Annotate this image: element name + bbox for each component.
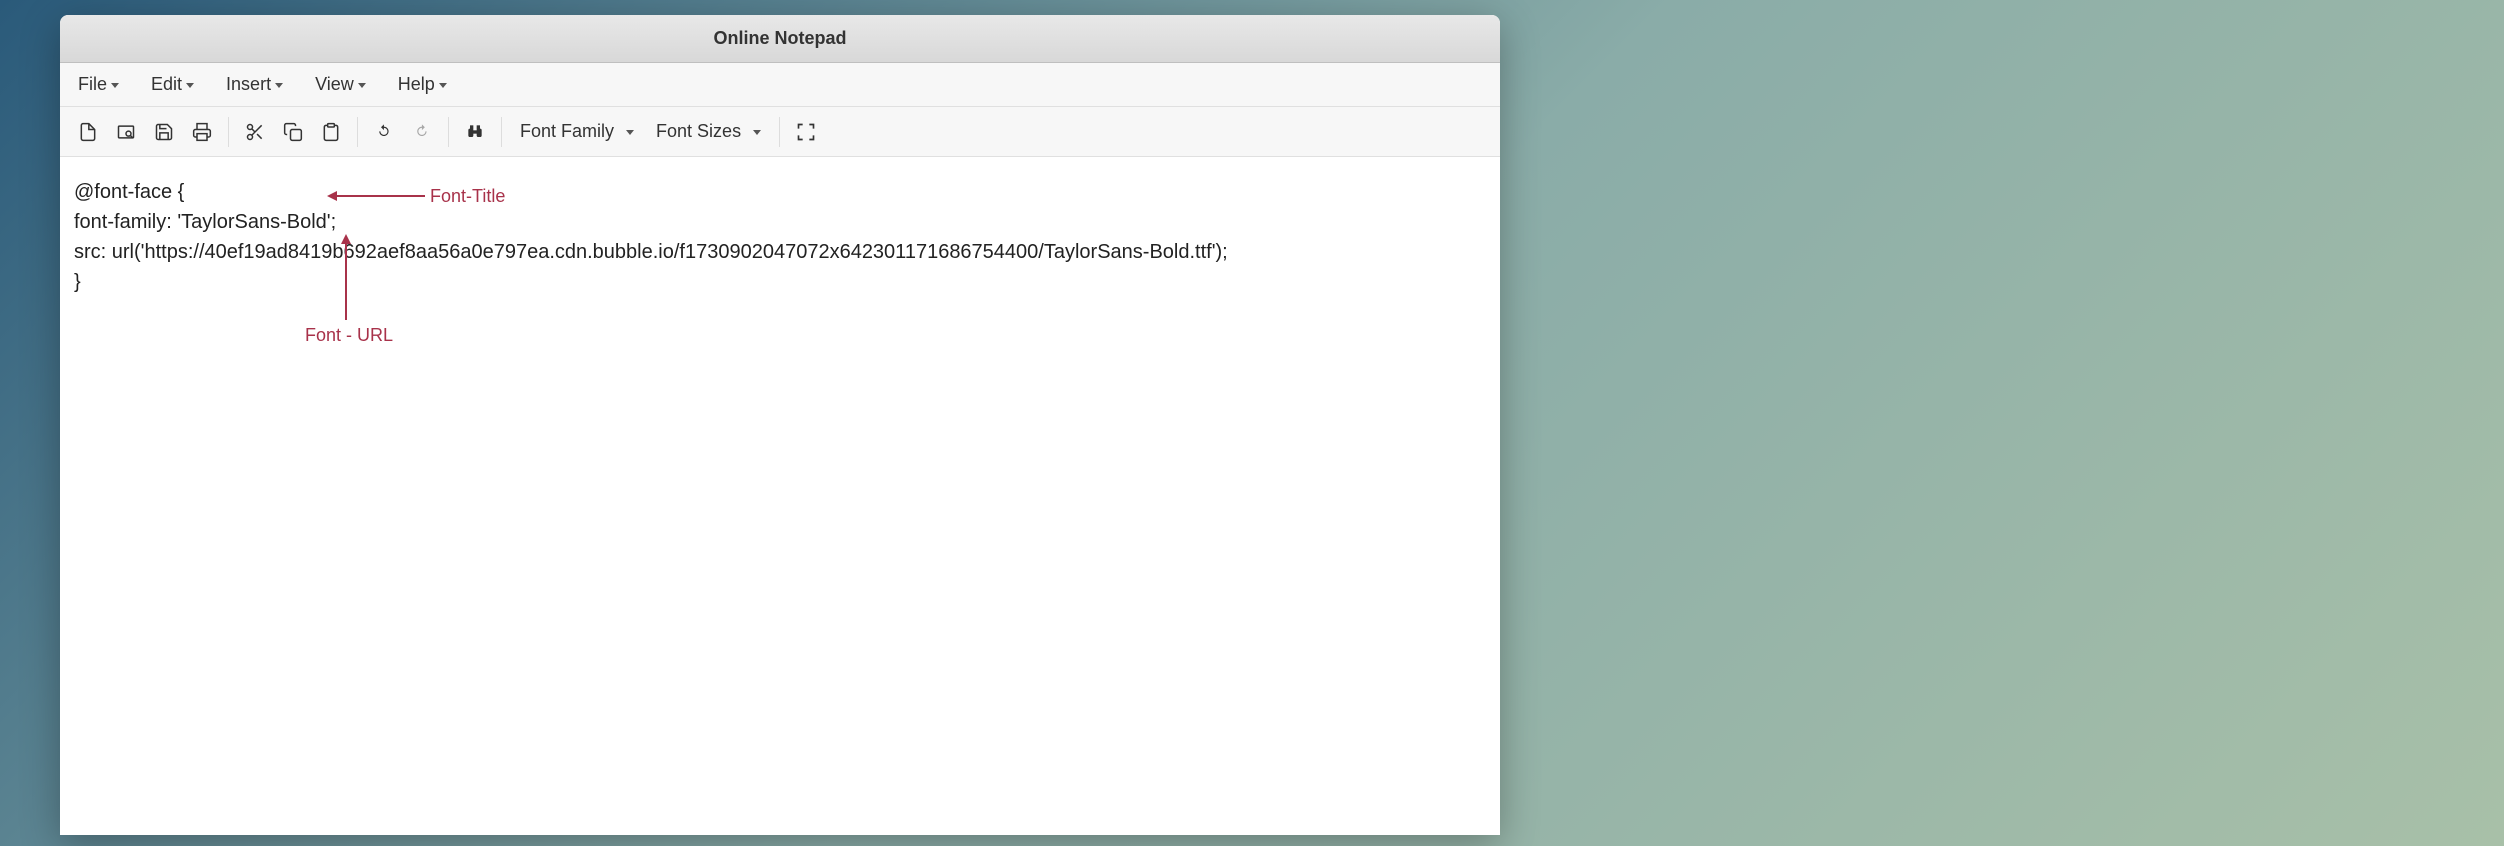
print-button[interactable]	[184, 114, 220, 150]
menu-help[interactable]: Help	[392, 70, 453, 99]
font-sizes-label: Font Sizes	[656, 121, 741, 142]
menu-file[interactable]: File	[72, 70, 125, 99]
paste-icon	[321, 122, 341, 142]
annotation-font-url: Font - URL	[305, 322, 393, 349]
editor-line: }	[74, 267, 1486, 297]
preview-icon	[116, 122, 136, 142]
editor-line: src: url('https://40ef19ad8419b692aef8aa…	[74, 237, 1486, 267]
menu-insert[interactable]: Insert	[220, 70, 289, 99]
undo-button[interactable]	[366, 114, 402, 150]
redo-button[interactable]	[404, 114, 440, 150]
menu-edit[interactable]: Edit	[145, 70, 200, 99]
caret-down-icon	[275, 83, 283, 88]
save-button[interactable]	[146, 114, 182, 150]
window-title: Online Notepad	[713, 28, 846, 49]
cut-icon	[245, 122, 265, 142]
toolbar-separator	[448, 117, 449, 147]
menu-file-label: File	[78, 74, 107, 95]
copy-icon	[283, 122, 303, 142]
cut-button[interactable]	[237, 114, 273, 150]
paste-button[interactable]	[313, 114, 349, 150]
font-family-dropdown[interactable]: Font Family	[510, 117, 644, 146]
new-document-button[interactable]	[70, 114, 106, 150]
editor-line: font-family: 'TaylorSans-Bold';	[74, 207, 1486, 237]
caret-down-icon	[626, 130, 634, 135]
menu-view-label: View	[315, 74, 354, 95]
font-sizes-dropdown[interactable]: Font Sizes	[646, 117, 771, 146]
titlebar: Online Notepad	[60, 15, 1500, 63]
fullscreen-icon	[796, 122, 816, 142]
toolbar: Font Family Font Sizes	[60, 107, 1500, 157]
menu-view[interactable]: View	[309, 70, 372, 99]
app-window: Online Notepad File Edit Insert View Hel…	[60, 15, 1500, 835]
preview-button[interactable]	[108, 114, 144, 150]
undo-icon	[374, 122, 394, 142]
toolbar-separator	[501, 117, 502, 147]
toolbar-separator	[779, 117, 780, 147]
caret-down-icon	[186, 83, 194, 88]
toolbar-separator	[228, 117, 229, 147]
editor-line: @font-face {	[74, 177, 1486, 207]
caret-down-icon	[439, 83, 447, 88]
font-family-label: Font Family	[520, 121, 614, 142]
editor-area[interactable]: @font-face { font-family: 'TaylorSans-Bo…	[60, 157, 1500, 835]
menu-help-label: Help	[398, 74, 435, 95]
binoculars-icon	[465, 122, 485, 142]
menubar: File Edit Insert View Help	[60, 63, 1500, 107]
find-replace-button[interactable]	[457, 114, 493, 150]
toolbar-separator	[357, 117, 358, 147]
copy-button[interactable]	[275, 114, 311, 150]
caret-down-icon	[111, 83, 119, 88]
menu-edit-label: Edit	[151, 74, 182, 95]
print-icon	[192, 122, 212, 142]
save-icon	[154, 122, 174, 142]
redo-icon	[412, 122, 432, 142]
caret-down-icon	[358, 83, 366, 88]
new-document-icon	[78, 122, 98, 142]
menu-insert-label: Insert	[226, 74, 271, 95]
caret-down-icon	[753, 130, 761, 135]
fullscreen-button[interactable]	[788, 114, 824, 150]
